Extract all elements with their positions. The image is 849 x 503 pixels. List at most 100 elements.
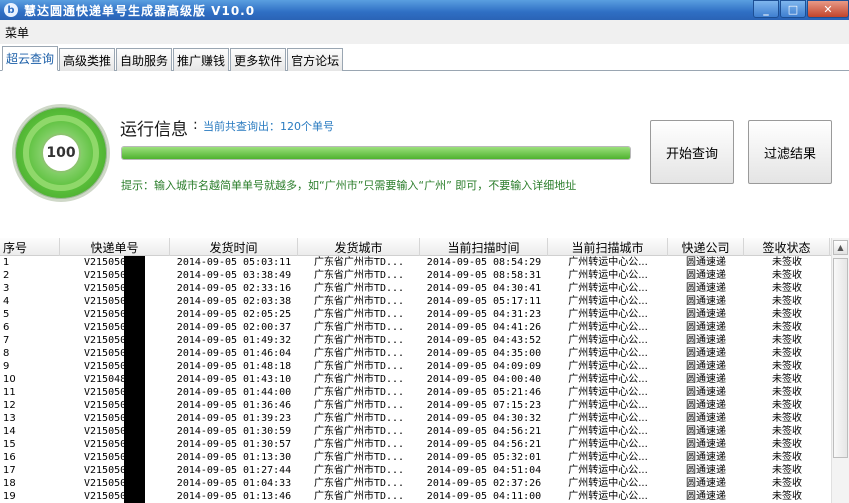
cell-scan-city: 广州转运中心公... (568, 387, 648, 398)
column-header-index[interactable]: 序号 (0, 238, 60, 256)
cell-tracking-number: V215050 (84, 283, 127, 294)
filter-results-button[interactable]: 过滤结果 (748, 120, 832, 184)
cell-ship-city: 广东省广州市TD... (313, 257, 405, 268)
cell-courier: 圆通速递 (686, 322, 726, 333)
cell-sign-status: 未签收 (772, 465, 802, 476)
column-header-scan-city[interactable]: 当前扫描城市 (548, 238, 668, 256)
tab-self-service[interactable]: 自助服务 (116, 48, 173, 71)
cell-scan-city: 广州转运中心公... (568, 348, 648, 359)
title-bar: b 慧达圆通快递单号生成器高级版 V10.0 _ □ ✕ (0, 0, 849, 20)
cell-scan-city: 广州转运中心公... (568, 452, 648, 463)
start-query-button[interactable]: 开始查询 (650, 120, 734, 184)
window-title: 慧达圆通快递单号生成器高级版 V10.0 (24, 3, 256, 18)
tab-more-software[interactable]: 更多软件 (230, 48, 287, 71)
cell-scan-time: 2014-09-05 04:30:41 (426, 283, 542, 294)
cell-sign-status: 未签收 (772, 270, 802, 281)
cell-sign-status: 未签收 (772, 296, 802, 307)
cell-sign-status: 未签收 (772, 309, 802, 320)
cell-scan-time: 2014-09-05 04:31:23 (426, 309, 542, 320)
cell-scan-time: 2014-09-05 04:56:21 (426, 426, 542, 437)
tip-text: 提示：输入城市名越简单单号就越多，如“广州市”只需要输入“广州” 即可，不要输入… (121, 179, 577, 192)
cell-scan-time: 2014-09-05 02:37:26 (426, 478, 542, 489)
cell-tracking-number: V215050 (84, 296, 127, 307)
cell-tracking-number: V215050 (84, 413, 127, 424)
menu-item[interactable]: 菜单 (5, 24, 29, 41)
cell-ship-city: 广东省广州市TD... (313, 348, 405, 359)
cell-tracking-number: V215050 (84, 426, 127, 437)
cell-sign-status: 未签收 (772, 413, 802, 424)
cell-row-index: 8 (3, 348, 10, 359)
cell-courier: 圆通速递 (686, 361, 726, 372)
cell-courier: 圆通速递 (686, 465, 726, 476)
cell-scan-time: 2014-09-05 04:41:26 (426, 322, 542, 333)
cell-sign-status: 未签收 (772, 374, 802, 385)
cell-row-index: 17 (3, 465, 16, 476)
cell-scan-time: 2014-09-05 04:43:52 (426, 335, 542, 346)
cell-tracking-number: V215050 (84, 361, 127, 372)
minimize-button[interactable]: _ (753, 0, 779, 18)
cell-ship-time: 2014-09-05 05:03:11 (176, 257, 292, 268)
cell-row-index: 11 (3, 387, 16, 398)
column-header-ship-time[interactable]: 发货时间 (170, 238, 298, 256)
tab-official-forum[interactable]: 官方论坛 (287, 48, 344, 71)
cell-courier: 圆通速递 (686, 374, 726, 385)
table-scrollbar[interactable]: ▲ (831, 238, 849, 503)
cell-row-index: 10 (3, 374, 16, 385)
cell-ship-time: 2014-09-05 01:48:18 (176, 361, 292, 372)
cell-scan-city: 广州转运中心公... (568, 439, 648, 450)
cell-courier: 圆通速递 (686, 491, 726, 502)
column-header-sign-status[interactable]: 签收状态 (744, 238, 830, 256)
cell-ship-time: 2014-09-05 01:13:46 (176, 491, 292, 502)
cell-ship-time: 2014-09-05 02:33:16 (176, 283, 292, 294)
run-info-colon: : (193, 117, 198, 133)
maximize-button[interactable]: □ (780, 0, 806, 18)
cell-scan-time: 2014-09-05 05:21:46 (426, 387, 542, 398)
cell-ship-time: 2014-09-05 02:00:37 (176, 322, 292, 333)
column-header-ship-city[interactable]: 发货城市 (298, 238, 420, 256)
cell-row-index: 6 (3, 322, 10, 333)
cell-scan-time: 2014-09-05 04:00:40 (426, 374, 542, 385)
cell-ship-city: 广东省广州市TD... (313, 452, 405, 463)
cell-sign-status: 未签收 (772, 426, 802, 437)
app-icon: b (4, 3, 18, 17)
cell-ship-time: 2014-09-05 03:38:49 (176, 270, 292, 281)
cell-scan-time: 2014-09-05 04:35:00 (426, 348, 542, 359)
cell-ship-time: 2014-09-05 02:03:38 (176, 296, 292, 307)
progress-fill (122, 147, 630, 159)
cell-ship-city: 广东省广州市TD... (313, 400, 405, 411)
cell-ship-time: 2014-09-05 01:30:57 (176, 439, 292, 450)
cell-row-index: 4 (3, 296, 10, 307)
cell-scan-city: 广州转运中心公... (568, 426, 648, 437)
cell-ship-city: 广东省广州市TD... (313, 335, 405, 346)
cell-tracking-number: V215050 (84, 465, 127, 476)
cell-scan-city: 广州转运中心公... (568, 465, 648, 476)
column-header-courier[interactable]: 快递公司 (668, 238, 744, 256)
tab-strip: 超云查询 高级类推 自助服务 推广赚钱 更多软件 官方论坛 (0, 46, 849, 71)
cell-tracking-number: V215050 (84, 270, 127, 281)
column-header-scan-time[interactable]: 当前扫描时间 (420, 238, 548, 256)
cell-tracking-number: V215050 (84, 439, 127, 450)
close-button[interactable]: ✕ (807, 0, 849, 18)
cell-courier: 圆通速递 (686, 257, 726, 268)
cell-courier: 圆通速递 (686, 478, 726, 489)
column-header-tracking-number[interactable]: 快递单号 (60, 238, 170, 256)
tab-promote-earn[interactable]: 推广赚钱 (173, 48, 230, 71)
tab-advanced-infer[interactable]: 高级类推 (59, 48, 116, 71)
redaction-bar (124, 256, 145, 503)
cell-tracking-number: V215050 (84, 400, 127, 411)
tab-cloud-query[interactable]: 超云查询 (2, 46, 59, 71)
cell-ship-time: 2014-09-05 01:49:32 (176, 335, 292, 346)
cell-ship-time: 2014-09-05 01:30:59 (176, 426, 292, 437)
scroll-up-arrow-icon[interactable]: ▲ (833, 240, 848, 255)
cell-tracking-number: V215050 (84, 335, 127, 346)
cell-tracking-number: V215050 (84, 478, 127, 489)
cell-tracking-number: V215050 (84, 387, 127, 398)
cell-scan-time: 2014-09-05 08:54:29 (426, 257, 542, 268)
cell-scan-time: 2014-09-05 05:17:11 (426, 296, 542, 307)
cell-ship-city: 广东省广州市TD... (313, 283, 405, 294)
cell-scan-city: 广州转运中心公... (568, 309, 648, 320)
cell-courier: 圆通速递 (686, 309, 726, 320)
cell-tracking-number: V215050 (84, 491, 127, 502)
cell-scan-time: 2014-09-05 04:51:04 (426, 465, 542, 476)
scroll-thumb[interactable] (833, 258, 848, 458)
